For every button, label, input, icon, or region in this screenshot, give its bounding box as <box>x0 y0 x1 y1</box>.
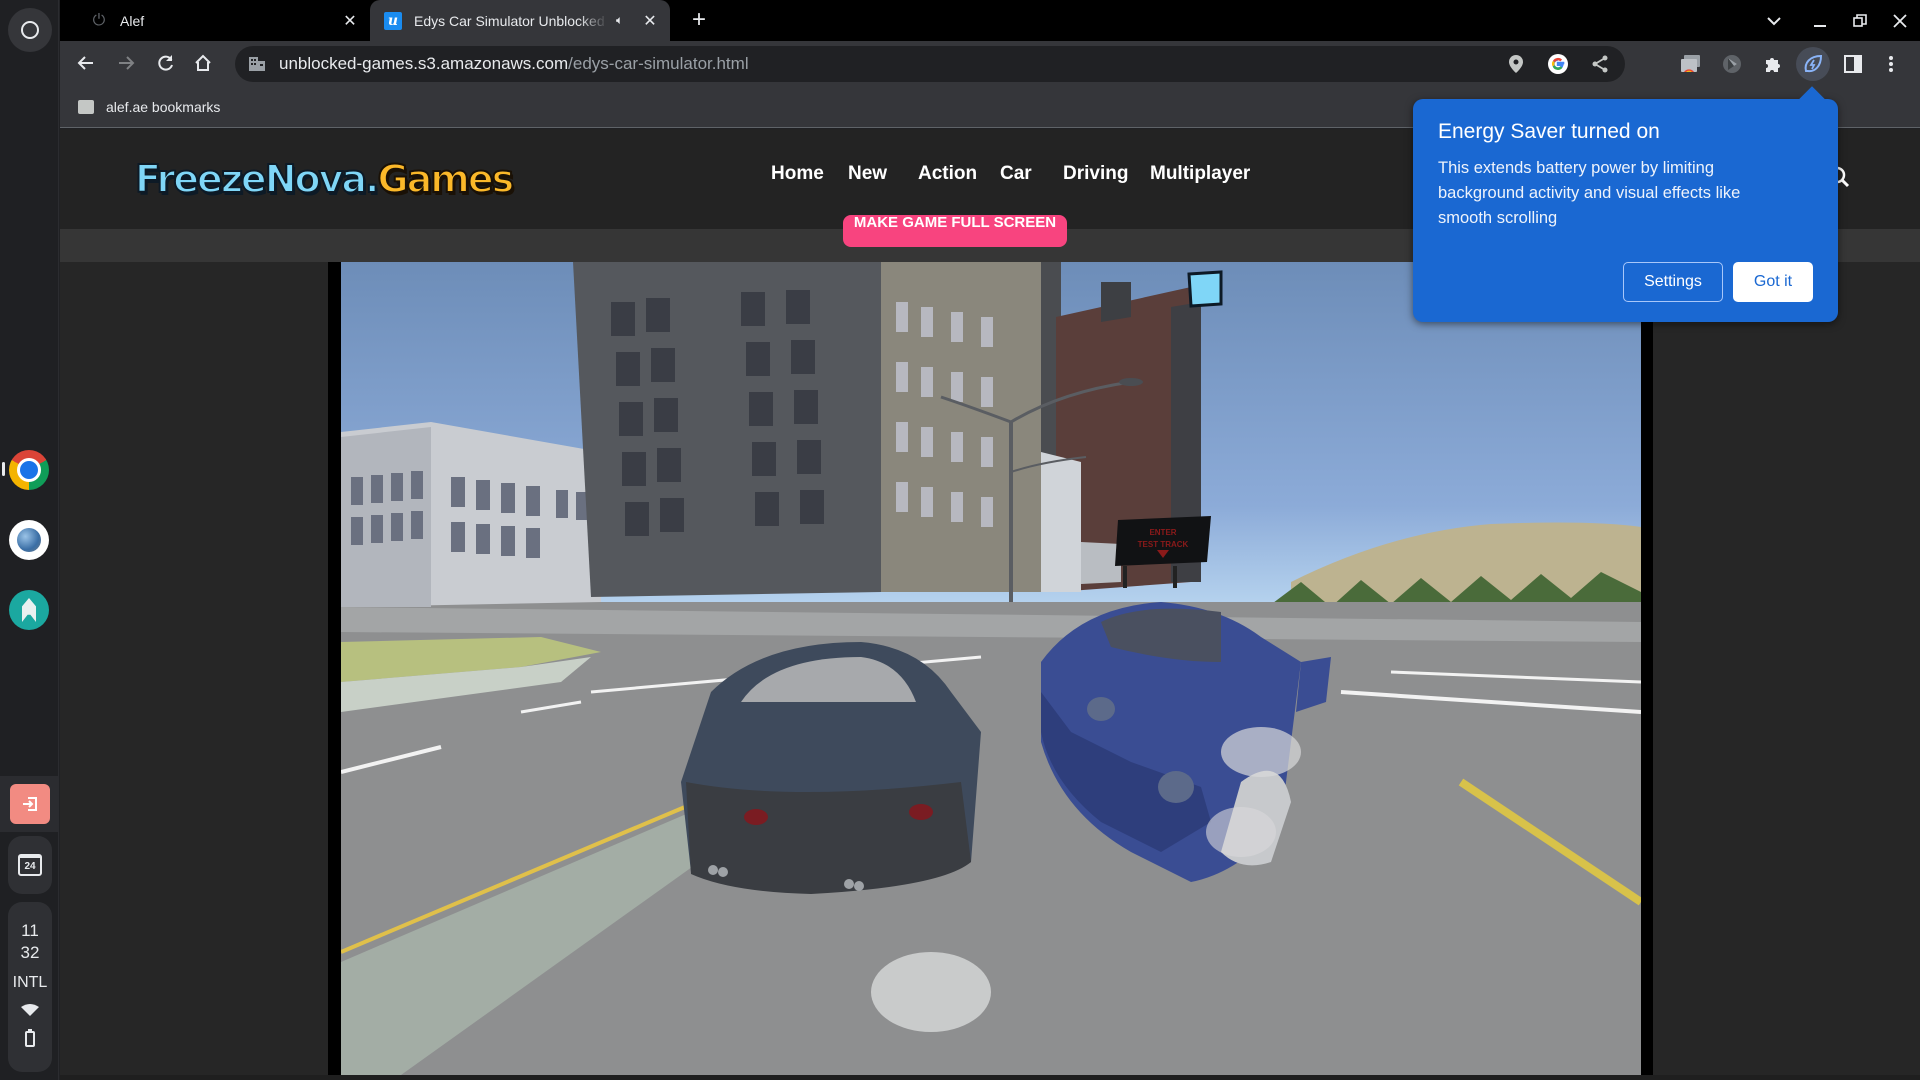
bookmark-folder-icon <box>78 99 94 114</box>
location-pin-icon[interactable] <box>1505 53 1527 75</box>
reload-icon <box>158 55 173 71</box>
calendar-icon: 24 <box>18 854 42 876</box>
tab-edys-car-simulator[interactable]: u Edys Car Simulator Unblocked 🔈︎ ✕ <box>370 0 670 41</box>
alef-icon[interactable] <box>9 590 49 630</box>
energy-saver-bubble: Energy Saver turned on This extends batt… <box>1413 99 1838 322</box>
back-button[interactable] <box>70 47 102 79</box>
game-logo-partial <box>1187 270 1223 308</box>
url-text: unblocked-games.s3.amazonaws.com/edys-ca… <box>279 54 749 74</box>
tire-smoke <box>871 952 991 1032</box>
fullscreen-label: MAKE GAME FULL SCREEN <box>853 215 1057 231</box>
launcher-icon <box>21 21 39 39</box>
nav-driving[interactable]: Driving <box>1063 163 1128 185</box>
site-info-icon[interactable] <box>249 57 265 71</box>
close-icon[interactable]: ✕ <box>340 11 360 31</box>
sign-in-icon <box>23 797 37 811</box>
tab-title: Alef <box>120 12 145 29</box>
calendar-day: 24 <box>24 860 36 872</box>
arrow-left-icon <box>77 56 93 70</box>
globe-icon[interactable] <box>9 520 49 560</box>
settings-button[interactable]: Settings <box>1623 262 1723 302</box>
address-bar[interactable]: unblocked-games.s3.amazonaws.com/edys-ca… <box>235 46 1625 82</box>
input-method: INTL <box>12 974 48 991</box>
nav-car[interactable]: Car <box>1000 163 1032 185</box>
billboard-line1: ENTER <box>1149 528 1176 537</box>
calendar-button[interactable]: 24 <box>8 836 52 894</box>
close-icon[interactable]: ✕ <box>640 11 660 31</box>
game-scene: ENTER TEST TRACK <box>341 262 1641 1075</box>
power-icon: ⏻ <box>92 11 106 29</box>
google-icon[interactable] <box>1547 53 1569 75</box>
puzzle-icon[interactable] <box>1756 47 1790 81</box>
home-button[interactable] <box>187 47 219 79</box>
tab-title: Edys Car Simulator Unblocked <box>414 12 605 29</box>
logo-text-freezenova: FreezeNova. <box>134 156 380 202</box>
logo-text-games: Games <box>376 156 515 202</box>
os-shelf: 24 11 32 INTL <box>0 0 59 1080</box>
clock-hour: 11 <box>21 921 39 940</box>
tab-strip: ⏻ Alef ✕ u Edys Car Simulator Unblocked … <box>60 0 1920 41</box>
bubble-title: Energy Saver turned on <box>1438 120 1660 143</box>
wifi-icon <box>21 1004 39 1016</box>
nav-multiplayer[interactable]: Multiplayer <box>1150 163 1250 185</box>
nav-action[interactable]: Action <box>918 163 977 185</box>
url-path: /edys-car-simulator.html <box>568 54 749 73</box>
bookmark-alef[interactable]: alef.ae bookmarks <box>106 99 220 115</box>
battery-icon <box>25 1029 35 1047</box>
make-fullscreen-button[interactable]: MAKE GAME FULL SCREEN <box>843 215 1067 247</box>
kebab-menu-icon[interactable] <box>1874 47 1908 81</box>
energy-saver-icon[interactable] <box>1796 47 1830 81</box>
running-app-indicator <box>2 462 5 476</box>
extension-shield-icon[interactable] <box>1715 47 1749 81</box>
site-logo[interactable]: FreezeNova. Games <box>134 151 515 207</box>
game-canvas[interactable]: ENTER TEST TRACK <box>341 262 1641 1075</box>
share-icon[interactable] <box>1589 53 1611 75</box>
toolbar: unblocked-games.s3.amazonaws.com/edys-ca… <box>60 41 1920 86</box>
billboard-line2: TEST TRACK <box>1138 540 1189 549</box>
page-bottom-strip <box>60 1075 1920 1080</box>
launcher-button[interactable] <box>8 8 52 52</box>
forward-button[interactable] <box>110 47 142 79</box>
game-frame: ENTER TEST TRACK <box>328 262 1653 1075</box>
status-tray[interactable]: 11 32 INTL <box>8 902 52 1072</box>
home-icon <box>195 54 211 71</box>
clock-minute: 32 <box>20 943 40 962</box>
chrome-icon[interactable] <box>9 450 49 490</box>
side-panel-icon[interactable] <box>1836 47 1870 81</box>
new-tab-button[interactable]: + <box>686 8 712 34</box>
car-sedan <box>681 642 981 894</box>
u-icon: u <box>384 11 402 30</box>
exit-session-button[interactable] <box>10 784 50 824</box>
clock: 11 32 <box>8 920 52 964</box>
chevron-down-icon[interactable] <box>1760 8 1788 34</box>
close-window-icon[interactable] <box>1886 8 1914 34</box>
reload-button[interactable] <box>150 47 182 79</box>
url-host: unblocked-games.s3.amazonaws.com <box>279 54 569 73</box>
speaker-icon[interactable]: 🔈︎ <box>616 13 632 28</box>
nav-new[interactable]: New <box>848 163 887 185</box>
arrow-right-icon <box>119 56 135 70</box>
cast-icon[interactable] <box>1674 47 1708 81</box>
bubble-body: This extends battery power by limiting b… <box>1438 159 1741 227</box>
got-it-button[interactable]: Got it <box>1733 262 1813 302</box>
tab-alef[interactable]: ⏻ Alef ✕ <box>76 0 370 41</box>
restore-icon[interactable] <box>1846 8 1874 34</box>
nav-home[interactable]: Home <box>771 163 824 185</box>
minimize-icon[interactable] <box>1806 8 1834 34</box>
